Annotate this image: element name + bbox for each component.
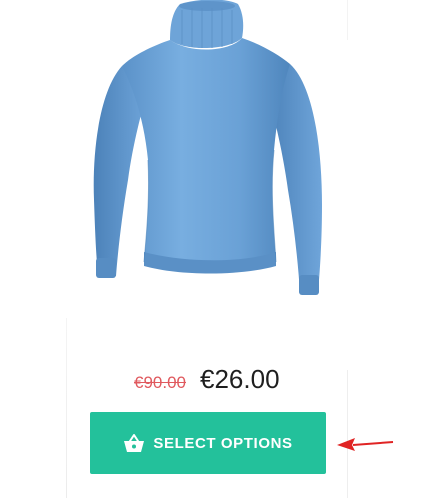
basket-icon <box>123 433 145 453</box>
original-price: €90.00 <box>134 373 186 392</box>
sweater-illustration <box>93 0 322 295</box>
card-border-right <box>347 370 348 498</box>
select-options-button[interactable]: SELECT OPTIONS <box>90 412 326 474</box>
card-border-top-right <box>347 0 348 40</box>
product-card-page: €90.00 €26.00 SELECT OPTIONS <box>0 0 429 498</box>
red-arrow-icon <box>337 437 395 453</box>
sale-price: €26.00 <box>200 364 280 394</box>
product-image[interactable] <box>70 0 346 330</box>
card-border-left <box>66 318 67 498</box>
price-row: €90.00 €26.00 <box>134 364 280 400</box>
select-options-label: SELECT OPTIONS <box>153 434 293 452</box>
